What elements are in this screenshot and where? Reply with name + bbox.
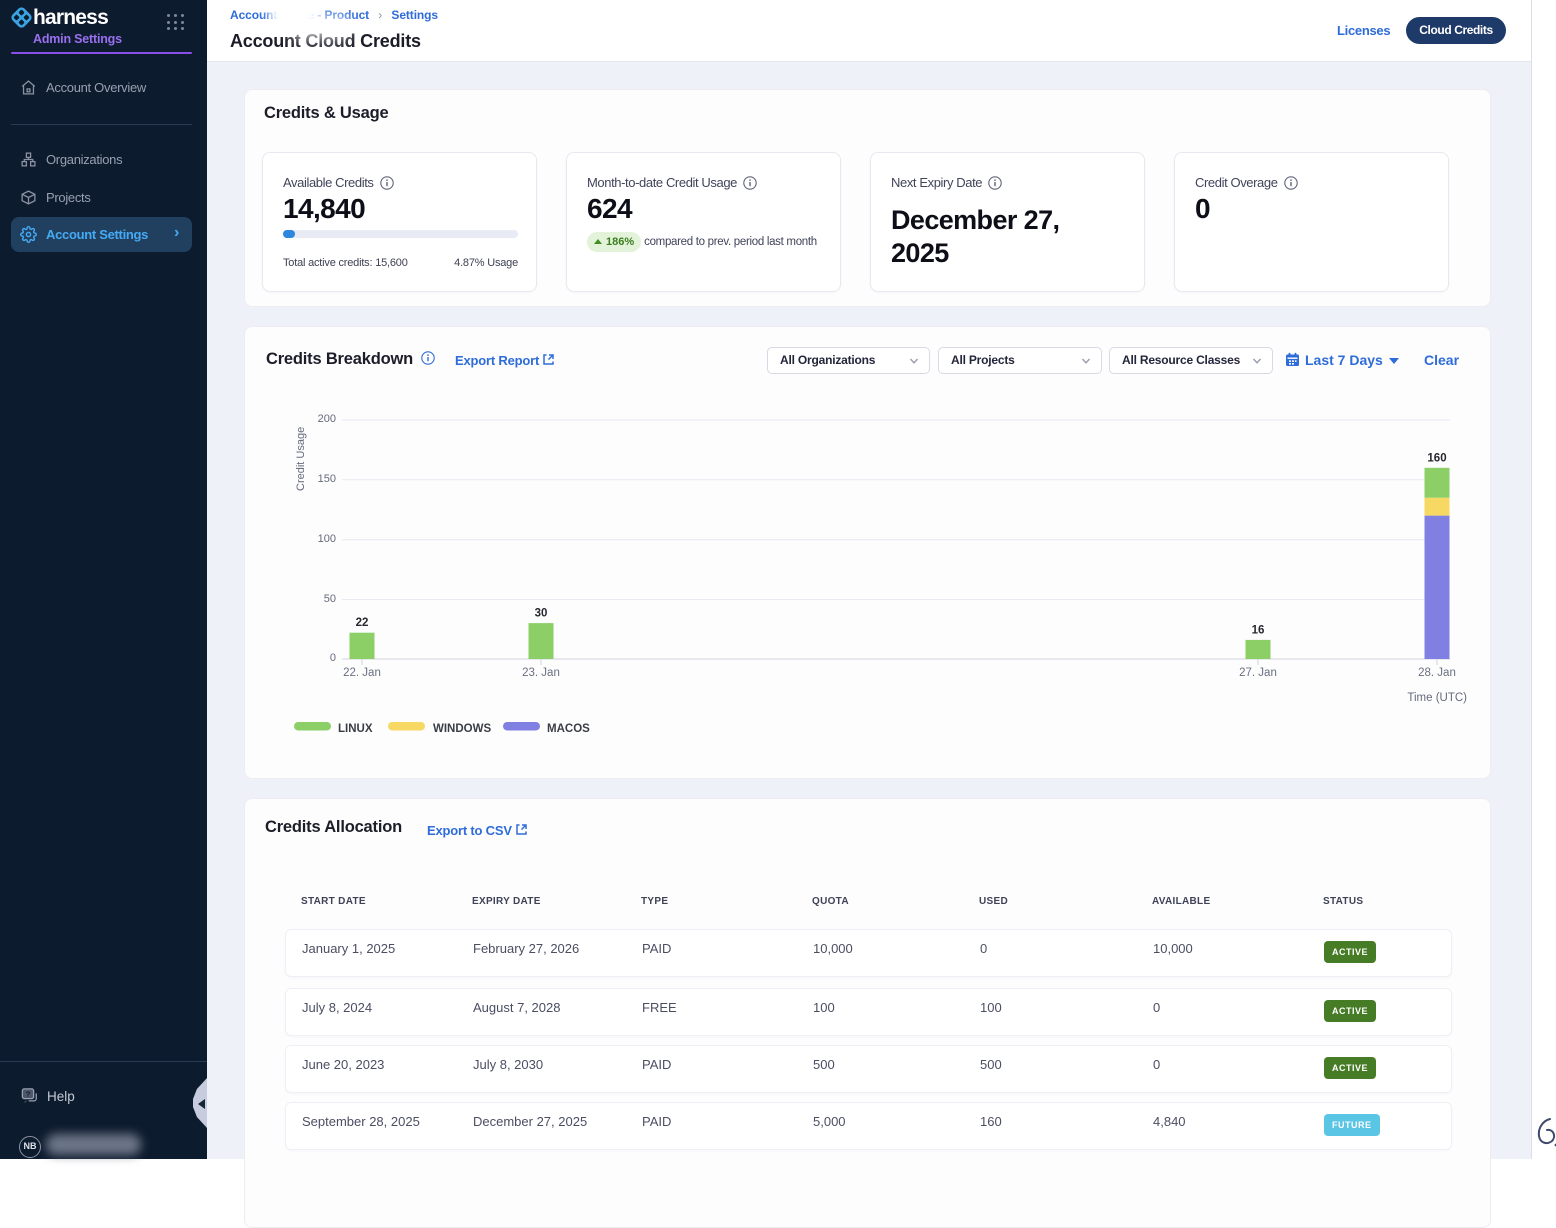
svg-text:MACOS: MACOS	[547, 723, 590, 735]
svg-text:Credit Usage: Credit Usage	[295, 427, 307, 491]
svg-text:100: 100	[318, 533, 336, 545]
svg-text:23. Jan: 23. Jan	[522, 667, 560, 679]
svg-text:LINUX: LINUX	[338, 723, 373, 735]
svg-text:150: 150	[318, 473, 336, 485]
svg-text:30: 30	[535, 608, 548, 620]
svg-text:22. Jan: 22. Jan	[343, 667, 381, 679]
svg-text:28. Jan: 28. Jan	[1418, 667, 1456, 679]
svg-text:16: 16	[1252, 625, 1265, 637]
svg-text:0: 0	[330, 652, 336, 664]
svg-text:160: 160	[1427, 453, 1446, 465]
svg-text:200: 200	[318, 413, 336, 425]
svg-text:?: ?	[26, 1089, 31, 1098]
svg-text:Time (UTC): Time (UTC)	[1407, 692, 1467, 704]
svg-text:22: 22	[356, 617, 369, 629]
svg-text:50: 50	[324, 593, 336, 605]
svg-text:27. Jan: 27. Jan	[1239, 667, 1277, 679]
svg-text:WINDOWS: WINDOWS	[433, 723, 491, 735]
